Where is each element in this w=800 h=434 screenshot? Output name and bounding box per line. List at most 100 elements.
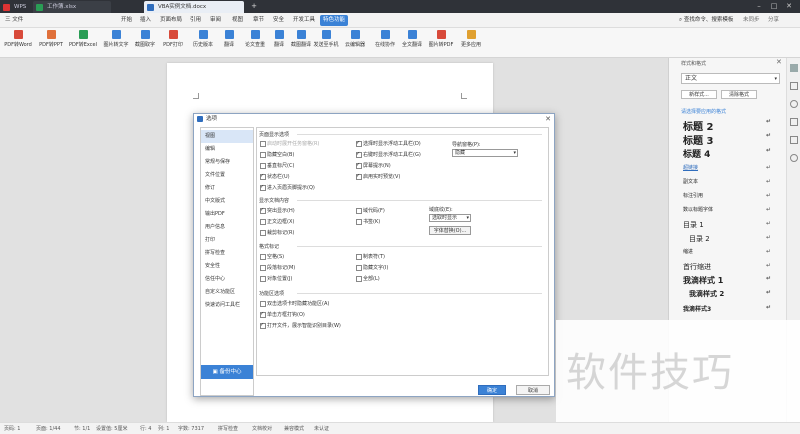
menu-layout[interactable]: 页面布局 — [157, 15, 185, 26]
pdf-to-ppt-button[interactable]: PDF转PPT — [36, 30, 66, 56]
nav-trust-center[interactable]: 信任中心 — [201, 273, 253, 286]
checkbox-paragraph-marks[interactable]: 段落标记(M) — [260, 265, 295, 271]
checkbox-highlight[interactable]: 突出显示(H) — [260, 207, 295, 214]
status-auth[interactable]: 未认证 — [314, 425, 329, 432]
style-custom-3[interactable]: 我滴样式3 ↵ — [683, 304, 779, 313]
menu-security[interactable]: 安全 — [270, 15, 287, 26]
dialog-close-icon[interactable]: ✕ — [545, 114, 551, 124]
style-heading-3[interactable]: 标题 3 ↵ — [683, 132, 779, 147]
style-heading-2[interactable]: 标题 2 ↵ — [683, 118, 779, 133]
select-icon[interactable] — [790, 82, 798, 90]
tools-icon[interactable] — [790, 136, 798, 144]
nav-security[interactable]: 安全性 — [201, 260, 253, 273]
status-pages[interactable]: 页面: 1/44 — [36, 425, 61, 432]
tab-wps-home[interactable]: WPS — [0, 1, 30, 13]
style-indent[interactable]: 缩进 ↵ — [683, 248, 779, 255]
tab-document[interactable]: VBA实例文档.docx — [144, 1, 244, 13]
new-tab-button[interactable]: + — [247, 1, 261, 12]
field-shading-select[interactable]: 选取时显示 ▾ — [429, 214, 471, 222]
style-subtext[interactable]: 副文本 ↵ — [683, 178, 779, 185]
checkbox-tabs[interactable]: 制表符(T) — [356, 254, 385, 260]
style-toc-1[interactable]: 目录 1 ↵ — [683, 220, 779, 230]
menu-review[interactable]: 审阅 — [207, 15, 224, 26]
menu-developer[interactable]: 开发工具 — [290, 15, 318, 26]
screenshot-text-button[interactable]: 截图取字 — [132, 30, 158, 56]
menu-insert[interactable]: 插入 — [137, 15, 154, 26]
translate-button[interactable]: 翻译 — [218, 30, 240, 56]
checkbox-screen-tips[interactable]: 屏幕提示(N) — [356, 162, 391, 169]
checkbox-live-preview[interactable]: 启用实时预览(V) — [356, 173, 400, 180]
nav-user-info[interactable]: 用户信息 — [201, 221, 253, 234]
close-icon[interactable]: ✕ — [782, 1, 796, 12]
shape-icon[interactable] — [790, 100, 798, 108]
style-first-indent[interactable]: 首行缩进 ↵ — [683, 262, 779, 272]
share-button[interactable]: 分享 — [765, 15, 782, 26]
checkbox-header-footer-tip[interactable]: 进入页眉页脚提示(Q) — [260, 184, 315, 191]
checkbox-object-anchors[interactable]: 对象位置(J) — [260, 276, 292, 282]
status-spell-check[interactable]: 拼写检查 — [218, 425, 238, 432]
menu-chapter[interactable]: 章节 — [250, 15, 267, 26]
nav-output-pdf[interactable]: 输出PDF — [201, 208, 253, 221]
checkbox-hide-blank[interactable]: 隐藏空白(B) — [260, 152, 294, 158]
status-words[interactable]: 字数: 7317 — [178, 425, 204, 432]
style-hyperlink[interactable]: 超链接 ↵ — [683, 164, 779, 171]
dialog-titlebar[interactable]: 选项 — [194, 114, 554, 124]
checkbox-vertical-ruler[interactable]: 垂直标尺(C) — [260, 163, 294, 169]
checkbox-float-toolbar-select[interactable]: 选择时显示浮动工具栏(D) — [356, 140, 421, 147]
file-menu[interactable]: 三 文件 — [2, 15, 26, 26]
checkbox-bookmarks[interactable]: 书签(K) — [356, 219, 380, 225]
nav-view[interactable]: 视图 — [201, 130, 253, 143]
online-collab-button[interactable]: 在线协作 — [372, 30, 398, 56]
more-apps-button[interactable]: 更多应用 — [458, 30, 484, 56]
nav-print[interactable]: 打印 — [201, 234, 253, 247]
menu-reference[interactable]: 引用 — [187, 15, 204, 26]
style-toc-2[interactable]: 目录 2 ↵ — [683, 234, 779, 244]
checkbox-hide-ribbon-dblclick[interactable]: 双击选项卡时隐藏功能区(A) — [260, 301, 329, 307]
checkbox-smart-toc[interactable]: 打开文件，展示智能识别目录(W) — [260, 322, 341, 329]
checkbox-hidden-text[interactable]: 隐藏文字(I) — [356, 265, 388, 271]
nav-customize-ribbon[interactable]: 自定义功能区 — [201, 286, 253, 299]
checkbox-field-codes[interactable]: 域代码(F) — [356, 208, 385, 214]
nav-edit[interactable]: 编辑 — [201, 143, 253, 156]
history-button[interactable]: 历史版本 — [190, 30, 216, 56]
checkbox-float-toolbar-right[interactable]: 右键时显示浮动工具栏(G) — [356, 151, 421, 158]
panel-close-icon[interactable]: ✕ — [776, 58, 782, 66]
pdf-to-word-button[interactable]: PDF转Word — [2, 30, 34, 56]
help-icon[interactable] — [790, 154, 798, 162]
nav-chinese-layout[interactable]: 中文版式 — [201, 195, 253, 208]
current-style-select[interactable]: 正文 ▾ — [681, 73, 780, 84]
style-heading-4[interactable]: 标题 4 ↵ — [683, 147, 779, 160]
edit-icon[interactable] — [790, 118, 798, 126]
style-custom-1[interactable]: 我滴样式 1 ↵ — [683, 275, 779, 286]
pdf-print-button[interactable]: PDF打印 — [160, 30, 186, 56]
clear-format-button[interactable]: 清除格式 — [721, 90, 757, 99]
checkbox-spaces[interactable]: 空格(S) — [260, 254, 284, 260]
nav-file-location[interactable]: 文件位置 — [201, 169, 253, 182]
tab-workbook[interactable]: 工作簿.xlsx — [33, 1, 111, 13]
paper-check-button[interactable]: 论文查重 — [242, 30, 268, 56]
checkbox-all-marks[interactable]: 全部(L) — [356, 276, 380, 282]
sync-status[interactable]: 未同步 — [740, 15, 763, 26]
nav-quick-access[interactable]: 快速访问工具栏 — [201, 299, 253, 312]
checkbox-text-boundary[interactable]: 正文边框(X) — [260, 219, 294, 225]
ok-button[interactable]: 确定 — [478, 385, 506, 395]
font-replace-button[interactable]: 字体替换(O)... — [429, 226, 471, 235]
status-page[interactable]: 页码: 1 — [4, 425, 20, 432]
cancel-button[interactable]: 取消 — [516, 385, 550, 395]
nav-spell-check[interactable]: 拼写检查 — [201, 247, 253, 260]
send-to-phone-button[interactable]: 发送至手机 — [312, 30, 340, 56]
image-to-text-button[interactable]: 图片转文字 — [102, 30, 130, 56]
nav-general-save[interactable]: 常规与保存 — [201, 156, 253, 169]
checkbox-crop-marks[interactable]: 裁剪标记(R) — [260, 230, 294, 236]
screenshot-translate-button[interactable]: 截图翻译 — [290, 30, 312, 56]
backup-center-button[interactable]: ▣ 备份中心 — [201, 365, 253, 379]
checkbox-click-box-check[interactable]: 单击方框打钩(O) — [260, 311, 305, 318]
style-heading-font[interactable]: 数以标题字体 ↵ — [683, 206, 779, 213]
checkbox-status-bar[interactable]: 状态栏(U) — [260, 173, 290, 180]
full-translate-button[interactable]: 全文翻译 — [400, 30, 424, 56]
style-custom-2[interactable]: 我滴样式 2 ↵ — [683, 289, 779, 299]
cloud-editor-button[interactable]: 云编辑器 — [342, 30, 368, 56]
maximize-icon[interactable]: □ — [767, 1, 781, 12]
menu-start[interactable]: 开始 — [118, 15, 135, 26]
nav-revision[interactable]: 修订 — [201, 182, 253, 195]
